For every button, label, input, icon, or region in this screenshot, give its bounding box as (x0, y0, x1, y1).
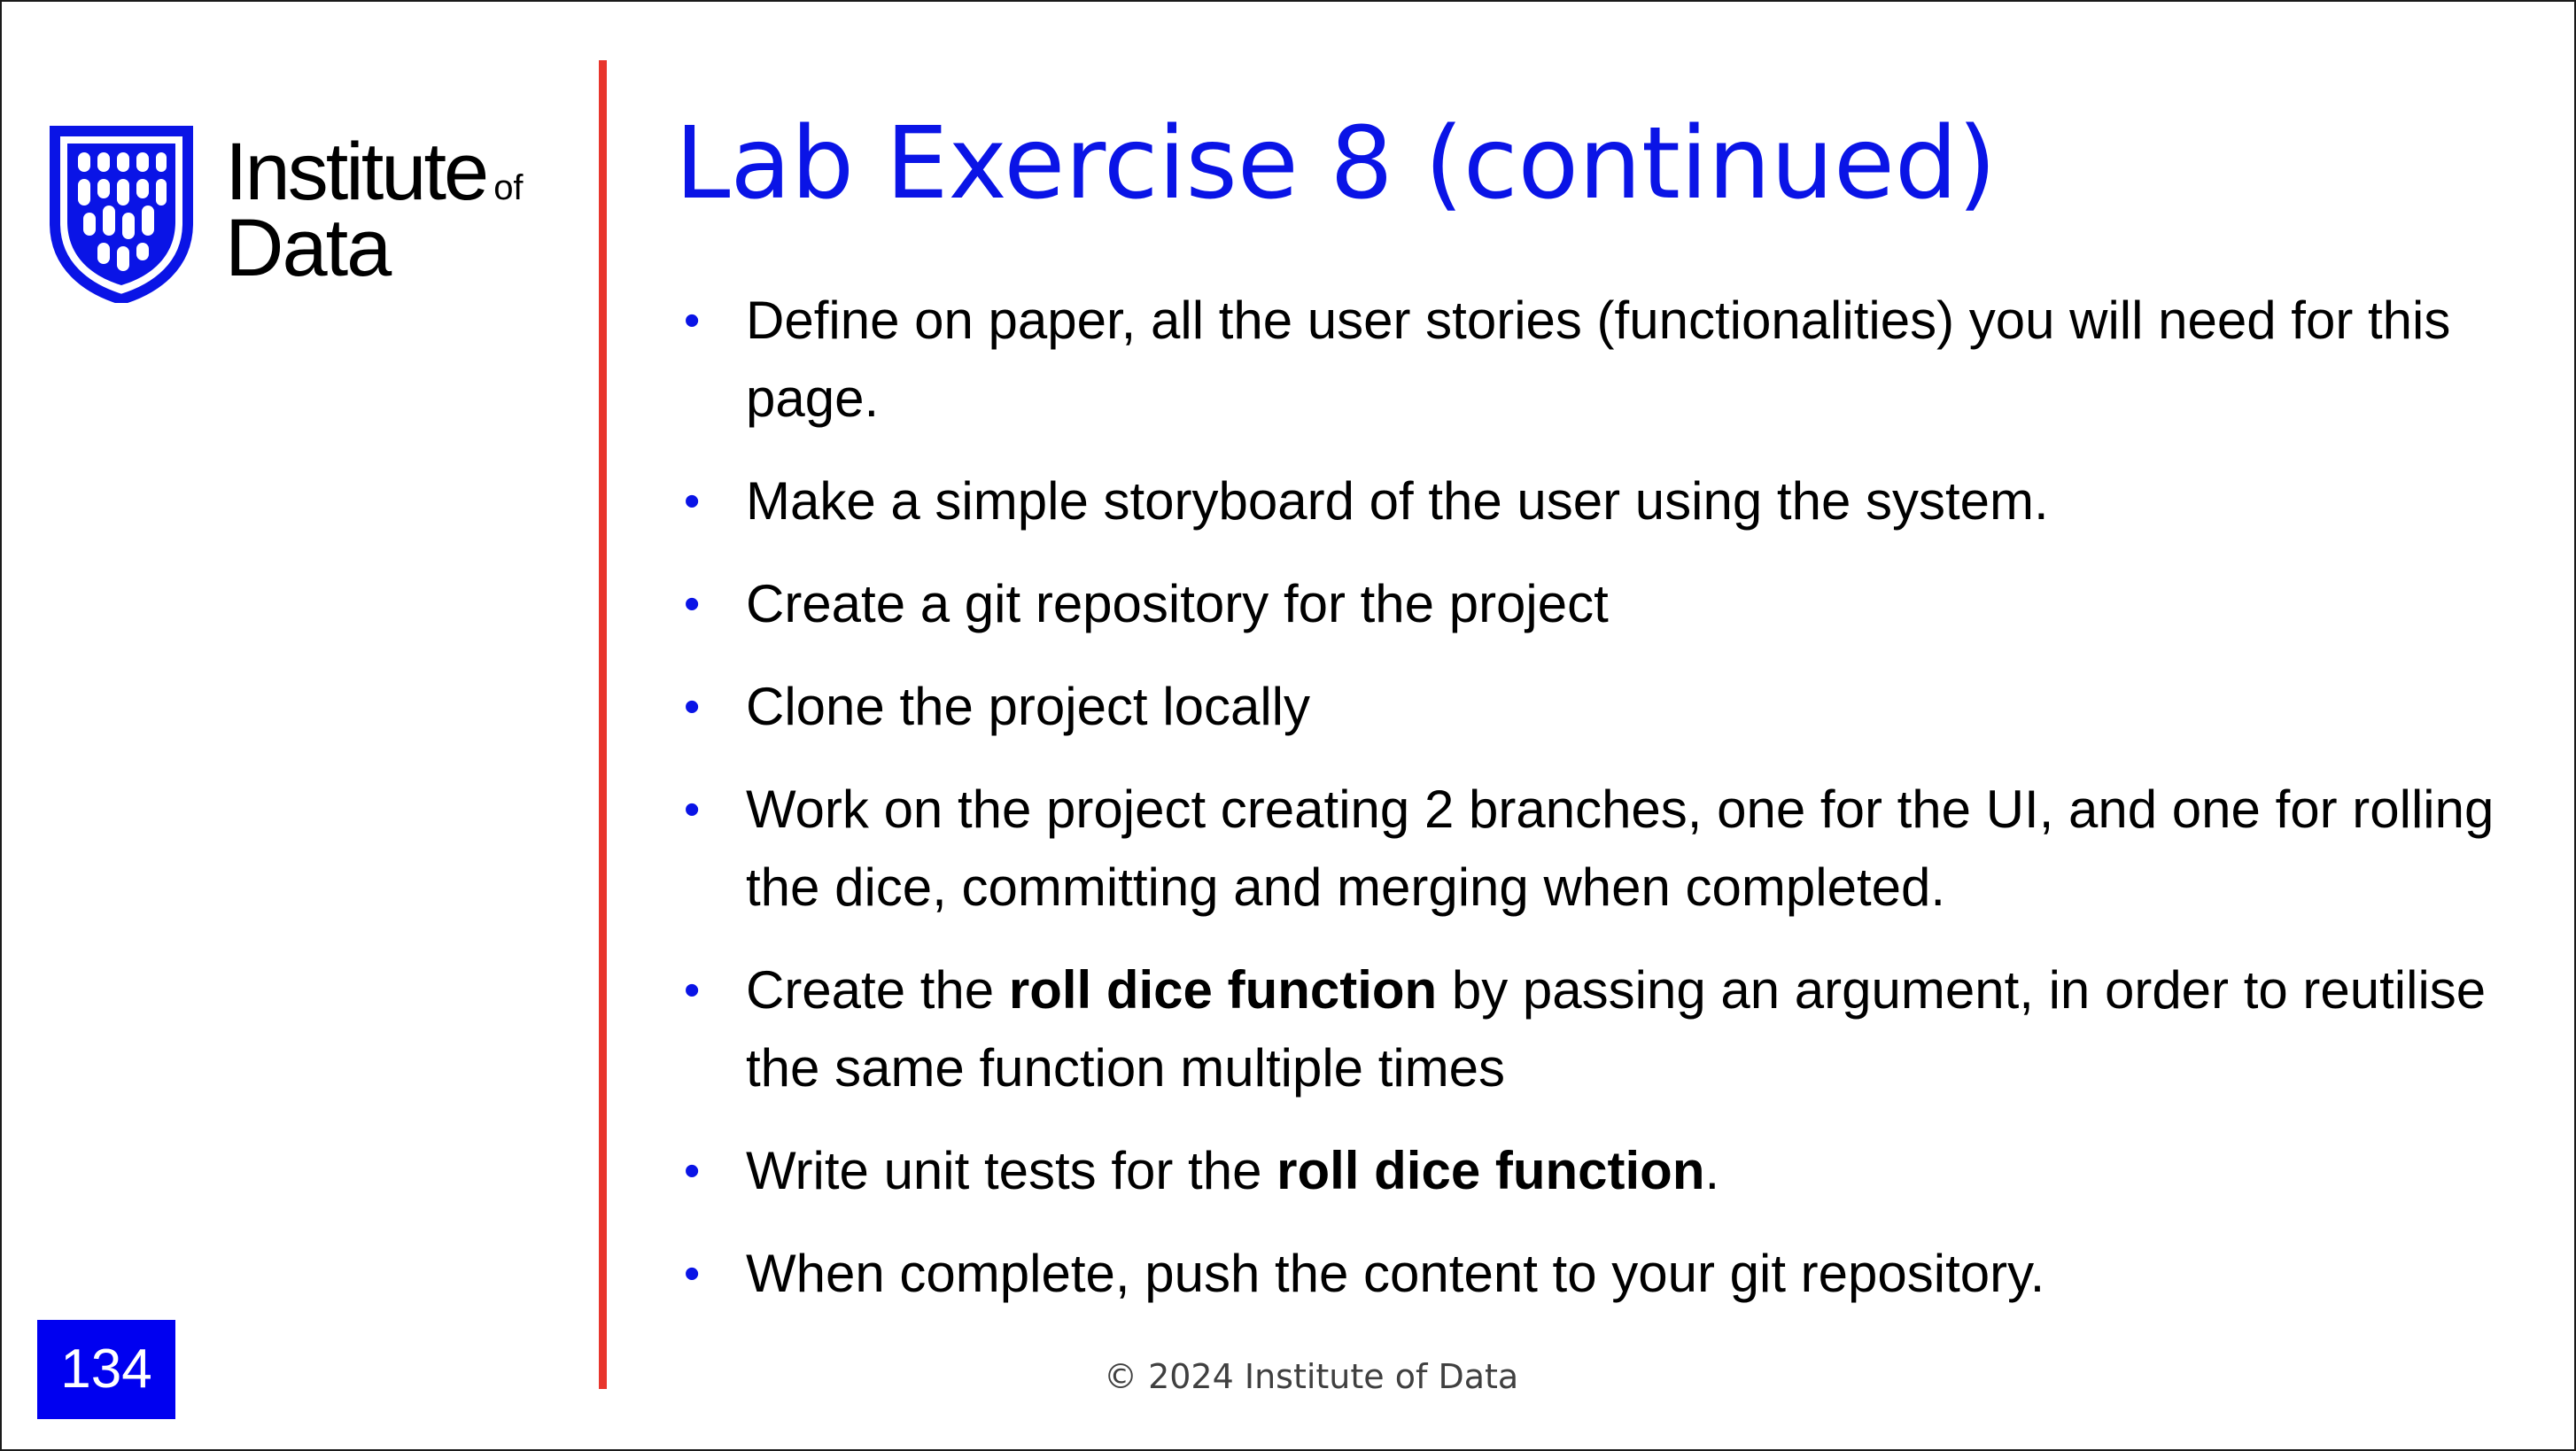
vertical-divider (599, 60, 607, 1389)
slide-title: Lab Exercise 8 (continued) (675, 106, 1997, 221)
bullet-text: Work on the project creating 2 branches,… (746, 780, 2494, 917)
bullet-text-part: . (1704, 1141, 1720, 1200)
bullet-text-part: Make a simple storyboard of the user usi… (746, 471, 2049, 531)
page-number-badge: 134 (37, 1320, 175, 1419)
bullet-text-bold: roll dice function (1276, 1141, 1705, 1200)
copyright-footer: © 2024 Institute of Data (1104, 1357, 1519, 1396)
bullet-dot-icon: • (684, 681, 701, 733)
logo-of: of (493, 168, 524, 207)
logo-text-data: Data (225, 203, 392, 293)
institute-of-data-logo: Institute of Data (48, 124, 579, 310)
bullet-text: Create the roll dice function by passing… (746, 960, 2486, 1098)
bullet-dot-icon: • (684, 295, 701, 346)
bullet-text: When complete, push the content to your … (746, 1244, 2045, 1303)
bullet-text-part: When complete, push the content to your … (746, 1244, 2045, 1303)
bullet-item: • When complete, push the content to your… (684, 1235, 2526, 1313)
bullet-dot-icon: • (684, 1145, 701, 1197)
bullet-dot-icon: • (684, 965, 701, 1016)
bullet-list: • Define on paper, all the user stories (… (684, 282, 2526, 1338)
shield-logo-icon (50, 126, 193, 303)
bullet-dot-icon: • (684, 1248, 701, 1300)
bullet-text: Define on paper, all the user stories (f… (746, 291, 2450, 428)
slide: Institute of Data Lab Exercise 8 (continu… (0, 0, 2576, 1451)
bullet-item: • Clone the project locally (684, 668, 2526, 746)
bullet-dot-icon: • (684, 476, 701, 527)
bullet-text-part: Work on the project creating 2 branches,… (746, 780, 2495, 917)
bullet-text: Write unit tests for the roll dice funct… (746, 1141, 1719, 1200)
bullet-item: • Work on the project creating 2 branches… (684, 771, 2526, 927)
bullet-item: • Define on paper, all the user stories (… (684, 282, 2526, 438)
bullet-dot-icon: • (684, 784, 701, 835)
bullet-text: Clone the project locally (746, 677, 1310, 736)
bullet-item: • Create the roll dice function by passin… (684, 951, 2526, 1107)
bullet-item: • Write unit tests for the roll dice func… (684, 1132, 2526, 1210)
bullet-text-part: Create the (746, 960, 1009, 1020)
bullet-text: Make a simple storyboard of the user usi… (746, 471, 2049, 531)
bullet-item: • Create a git repository for the project (684, 565, 2526, 643)
bullet-text: Create a git repository for the project (746, 574, 1609, 633)
bullet-text-part: Create a git repository for the project (746, 574, 1609, 633)
bullet-text-part: Write unit tests for the (746, 1141, 1277, 1200)
bullet-item: • Make a simple storyboard of the user us… (684, 462, 2526, 540)
bullet-text-bold: roll dice function (1008, 960, 1438, 1020)
bullet-text-part: Define on paper, all the user stories (f… (746, 291, 2451, 428)
bullet-dot-icon: • (684, 578, 701, 630)
bullet-text-part: Clone the project locally (746, 677, 1311, 736)
